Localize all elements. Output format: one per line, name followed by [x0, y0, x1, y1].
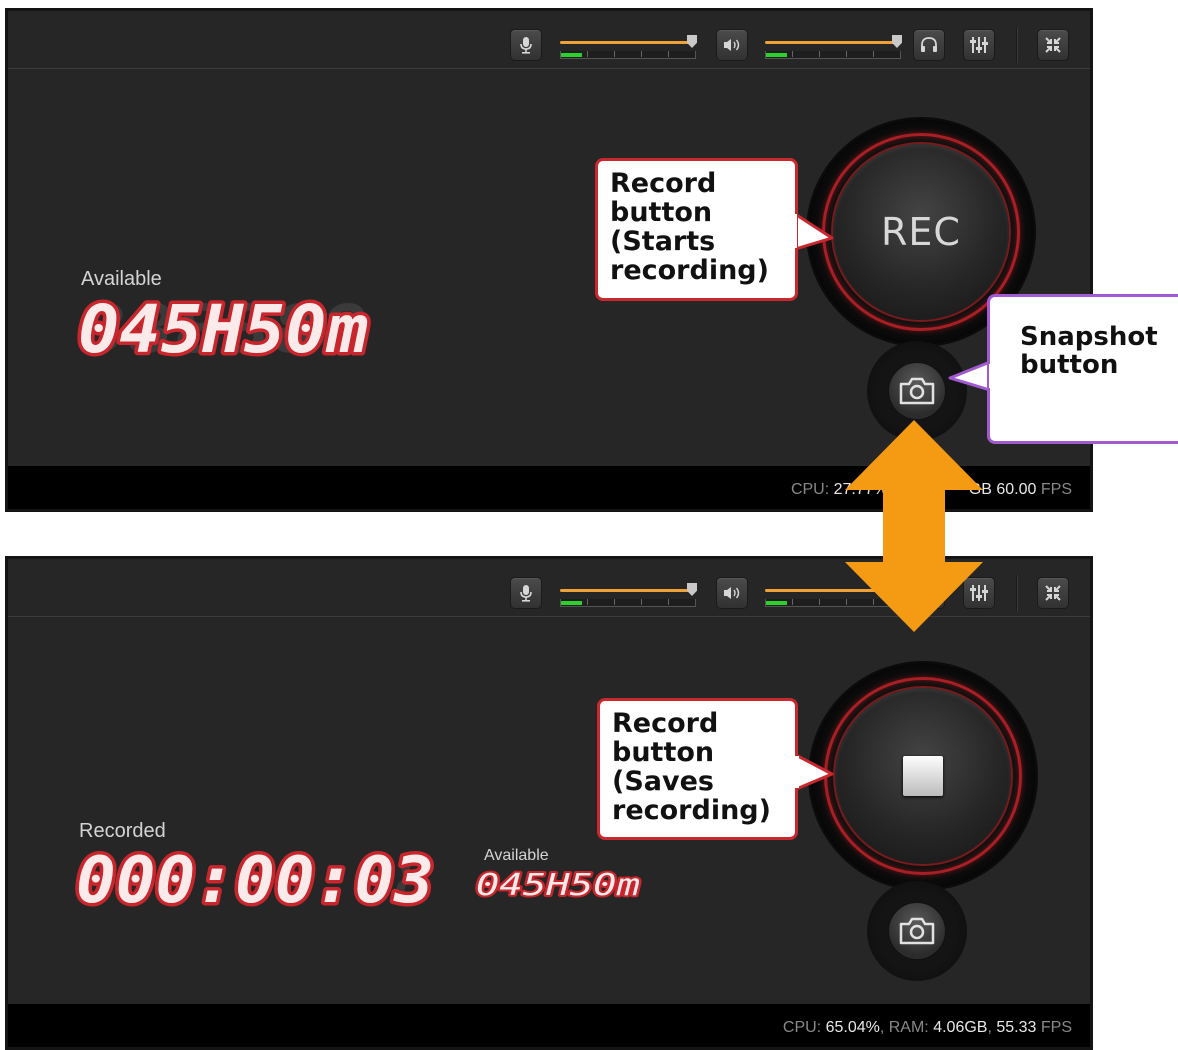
callout-tail-joints — [789, 214, 997, 788]
